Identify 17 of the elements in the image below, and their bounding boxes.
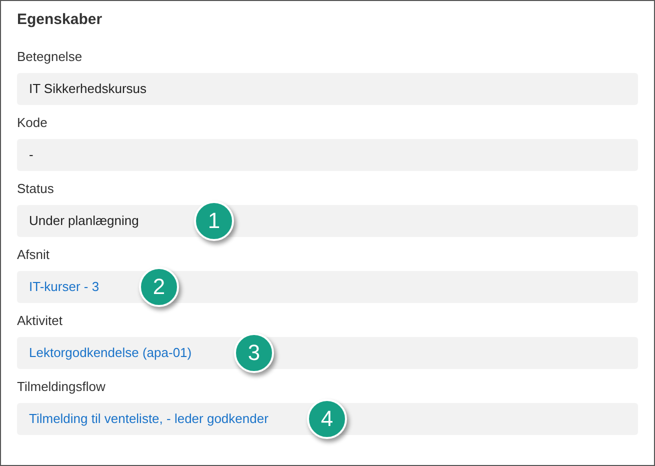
field-label: Status — [17, 180, 55, 198]
number-badge: 1 — [194, 200, 234, 240]
field-label: Betegnelse — [17, 48, 84, 66]
field-link[interactable]: Lektorgodkendelse (apa-01) — [29, 342, 192, 362]
number-badge: 2 — [139, 266, 179, 306]
field-link[interactable]: IT-kurser - 3 — [29, 276, 100, 296]
field-link[interactable]: Tilmelding til venteliste, - leder godkender — [29, 408, 268, 428]
number-badge: 4 — [307, 398, 347, 438]
field-label: Aktivitet — [17, 312, 64, 330]
field-label: Afsnit — [17, 246, 51, 264]
field-label: Kode — [17, 114, 48, 132]
field-value: IT Sikkerhedskursus — [29, 80, 147, 98]
field-label: Tilmeldingsflow — [17, 378, 106, 396]
panel-title: Egenskaber — [17, 10, 104, 30]
number-badge: 3 — [234, 332, 274, 372]
field-value: - — [29, 146, 34, 164]
field-value: Under planlægning — [29, 212, 139, 230]
